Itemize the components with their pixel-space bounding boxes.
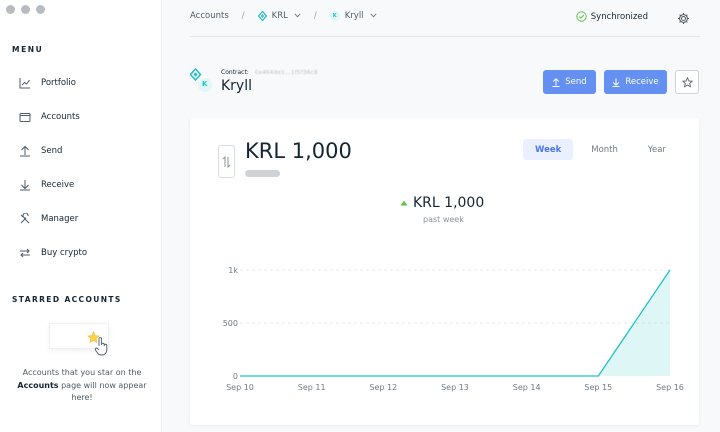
sidebar-item-receive[interactable]: Receive xyxy=(0,168,162,202)
breadcrumb-accounts[interactable]: Accounts xyxy=(190,11,229,21)
send-button[interactable]: Send xyxy=(543,70,596,94)
sidebar-item-send[interactable]: Send xyxy=(0,134,162,168)
star-outline-icon xyxy=(681,76,693,88)
sidebar-item-label: Portfolio xyxy=(41,78,76,88)
sync-status[interactable]: Synchronized xyxy=(576,11,648,22)
chevron-down-icon xyxy=(369,11,377,21)
x-tick-label: Sep 10 xyxy=(226,383,254,392)
sidebar-item-label: Buy crypto xyxy=(41,248,88,258)
starred-empty-text-pre: Accounts that you star on the xyxy=(22,368,142,377)
sidebar-menu: Portfolio Accounts Send Receive Manager xyxy=(0,66,162,270)
chart-area-fill xyxy=(240,270,670,376)
menu-title: MENU xyxy=(12,45,44,54)
starred-empty-message: Accounts that you star on the Accounts p… xyxy=(12,367,152,405)
contract-address[interactable]: 0x464de1...1f5f36c8 xyxy=(255,70,318,76)
x-tick-label: Sep 14 xyxy=(513,383,541,392)
check-circle-icon xyxy=(576,11,587,22)
breadcrumb-account-label: Kryll xyxy=(344,11,364,21)
sync-status-label: Synchronized xyxy=(590,11,648,22)
gear-icon[interactable] xyxy=(677,10,690,29)
contract-label: Contract: xyxy=(221,69,249,76)
tools-icon xyxy=(18,212,32,226)
sidebar-item-portfolio[interactable]: Portfolio xyxy=(0,66,162,100)
sidebar-item-accounts[interactable]: Accounts xyxy=(0,100,162,134)
chart-series-line xyxy=(240,269,671,377)
x-tick-label: Sep 12 xyxy=(369,383,397,392)
account-badge-letter: K xyxy=(202,80,208,88)
sidebar-item-label: Send xyxy=(41,146,63,156)
starred-placeholder-card xyxy=(49,323,109,356)
sidebar: MENU Portfolio Accounts Send Receive Man… xyxy=(0,0,162,432)
x-tick-label: Sep 16 xyxy=(656,383,684,392)
breadcrumb-account-dropdown[interactable]: K Kryll xyxy=(329,11,377,21)
balance-chart-card: KRL 1,000 Week Month Year KRL 1,000 past… xyxy=(190,118,699,425)
kryll-token-icon: K xyxy=(189,67,214,92)
accounts-page-link-text: Accounts xyxy=(17,380,59,390)
sidebar-item-label: Receive xyxy=(41,180,75,190)
sidebar-item-label: Manager xyxy=(41,214,79,224)
sidebar-item-label: Accounts xyxy=(41,112,80,122)
arrow-up-icon xyxy=(18,144,32,158)
window-controls xyxy=(6,5,45,14)
arrow-down-icon xyxy=(18,178,32,192)
x-tick-label: Sep 13 xyxy=(441,383,469,392)
breadcrumb-separator: / xyxy=(313,11,317,21)
chevron-down-icon xyxy=(294,11,301,21)
y-tick-label: 500 xyxy=(223,319,238,328)
x-tick-label: Sep 15 xyxy=(584,383,612,392)
arrow-up-icon xyxy=(552,77,560,87)
minimize-window-button[interactable] xyxy=(21,5,30,14)
receive-button[interactable]: Receive xyxy=(604,70,667,94)
starred-accounts-title: STARRED ACCOUNTS xyxy=(12,295,122,304)
receive-button-label: Receive xyxy=(625,77,659,87)
starred-empty-text-post: page will now appear here! xyxy=(61,380,147,403)
arrow-down-icon xyxy=(612,78,620,87)
maximize-window-button[interactable] xyxy=(36,5,45,14)
sidebar-item-manager[interactable]: Manager xyxy=(0,202,162,236)
x-tick-label: Sep 11 xyxy=(298,383,326,392)
portfolio-chart-icon xyxy=(18,76,32,90)
breadcrumb: Accounts / KRL / K Kryll xyxy=(190,11,377,21)
account-name: Kryll xyxy=(221,78,253,94)
hand-pointer-icon xyxy=(94,336,110,360)
y-tick-label: 1k xyxy=(228,266,238,275)
send-button-label: Send xyxy=(565,77,587,87)
krl-token-icon xyxy=(257,11,267,21)
balance-chart: 0 500 1k Sep 10 Sep 11 Sep 12 Sep 13 Sep 14 Sep… xyxy=(223,266,684,392)
sidebar-item-buy-crypto[interactable]: Buy crypto xyxy=(0,236,162,270)
y-tick-label: 0 xyxy=(233,372,238,381)
contract-info: Contract: 0x464de1...1f5f36c8 xyxy=(221,69,318,76)
top-bar: Accounts / KRL / K Kryll Synchronized xyxy=(190,0,700,37)
breadcrumb-separator: / xyxy=(241,11,245,21)
breadcrumb-currency-dropdown[interactable]: KRL xyxy=(257,11,301,21)
close-window-button[interactable] xyxy=(6,5,15,14)
account-badge-icon: K xyxy=(329,11,340,21)
breadcrumb-currency-label: KRL xyxy=(271,11,288,21)
account-badge-letter: K xyxy=(332,13,337,19)
star-account-button[interactable] xyxy=(675,70,699,94)
wallet-icon xyxy=(18,110,32,124)
exchange-icon xyxy=(18,246,32,260)
